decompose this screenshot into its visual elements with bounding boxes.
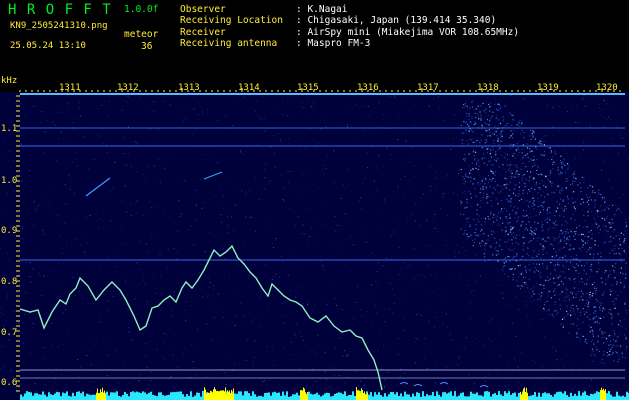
app-version: 1.0.0f	[124, 4, 159, 15]
observer-label: Observer	[180, 4, 226, 15]
y-tick-1.0: 1.0	[1, 176, 17, 186]
observer-value: : K.Nagai	[296, 4, 348, 15]
y-unit-label: kHz	[1, 76, 17, 86]
meteor-count: 36	[141, 41, 153, 52]
y-tick-1.1: 1.1	[1, 124, 17, 134]
receiver-label: Receiver	[180, 27, 226, 38]
location-value: : Chigasaki, Japan (139.414 35.340)	[296, 15, 497, 26]
y-tick-0.9: 0.9	[1, 226, 17, 236]
y-tick-0.7: 0.7	[1, 328, 17, 338]
meteor-label: meteor	[124, 29, 159, 40]
app-name: H R O F F T	[8, 2, 112, 18]
receiver-value: : AirSpy mini (Miakejima VOR 108.65MHz)	[296, 27, 520, 38]
antenna-label: Receiving antenna	[180, 38, 278, 49]
y-tick-0.6: 0.6	[1, 378, 17, 388]
datetime: 25.05.24 13:10	[10, 41, 86, 51]
x-tick-1314: 1314	[238, 83, 260, 93]
filename: KN9_2505241310.png	[10, 21, 108, 31]
y-tick-0.8: 0.8	[1, 277, 17, 287]
spectrogram: 1311 1312 1313 1314 1315 1316 1317 1318 …	[0, 76, 629, 400]
antenna-value: : Maspro FM-3	[296, 38, 371, 49]
header-panel: H R O F F T 1.0.0f KN9_2505241310.png me…	[0, 0, 629, 76]
x-tick-1313: 1313	[178, 83, 200, 93]
location-label: Receiving Location	[180, 15, 283, 26]
spectrogram-area	[0, 92, 629, 400]
